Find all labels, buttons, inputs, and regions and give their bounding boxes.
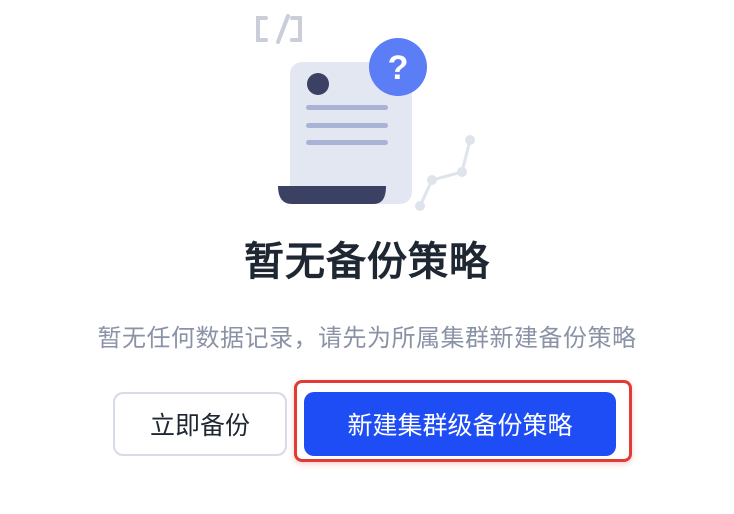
empty-state-description: 暂无任何数据记录，请先为所属集群新建备份策略 [97, 324, 637, 352]
question-mark-icon: ? [369, 38, 427, 96]
empty-state-title: 暂无备份策略 [244, 239, 490, 285]
backup-now-button[interactable]: 立即备份 [113, 392, 287, 456]
empty-illustration: ? [256, 14, 475, 211]
empty-state-panel: ? 暂无备份策略 暂无任何数据记录，请先为所属集群新建备份策略 立即备份 新建集… [0, 0, 734, 514]
svg-text:?: ? [388, 49, 409, 87]
create-cluster-backup-policy-button[interactable]: 新建集群级备份策略 [304, 392, 616, 456]
line-chart-icon [415, 135, 475, 211]
code-bracket-icon [256, 14, 302, 44]
